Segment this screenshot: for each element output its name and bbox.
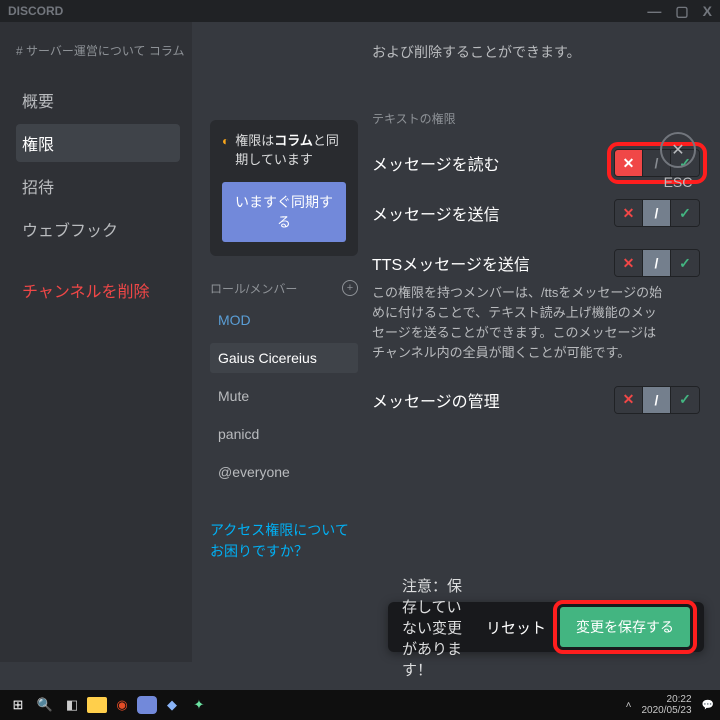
save-changes-button[interactable]: 変更を保存する (560, 607, 690, 647)
perm-pass[interactable]: / (643, 387, 671, 413)
truncated-description: および削除することができます。 (372, 42, 700, 62)
perm-toggle-manage-messages[interactable]: ✕ / ✓ (614, 386, 700, 414)
perm-deny[interactable]: ✕ (615, 150, 643, 176)
taskbar-clock[interactable]: 20:22 2020/05/23 (641, 694, 691, 716)
taskbar-app-icon[interactable]: ✦ (187, 693, 211, 717)
settings-sidebar: # サーバー運営について コラム 概要 権限 招待 ウェブフック チャンネルを削… (0, 22, 192, 662)
perm-toggle-send-messages[interactable]: ✕ / ✓ (614, 199, 700, 227)
taskbar-app-icon[interactable]: ◆ (160, 693, 184, 717)
role-item-gaius[interactable]: Gaius Cicereius (210, 343, 358, 373)
brand-logo: DISCORD (8, 4, 63, 18)
perm-manage-messages: メッセージの管理 ✕ / ✓ (368, 386, 700, 414)
sync-status-text: 権限はコラムと同期しています (235, 132, 346, 170)
close-icon: ✕ (660, 132, 696, 168)
role-item-mod[interactable]: MOD (210, 305, 358, 335)
permission-sync-box: ◐ 権限はコラムと同期しています いますぐ同期する (210, 120, 358, 256)
permissions-help-link[interactable]: アクセス権限についてお困りですか？ (210, 520, 358, 562)
sidebar-item-permissions[interactable]: 権限 (16, 124, 180, 162)
taskbar-taskview-icon[interactable]: ◧ (60, 693, 84, 717)
permissions-column: および削除することができます。 テキストの権限 メッセージを読む ✕ / ✓ (368, 22, 720, 662)
close-settings-button[interactable]: ✕ ESC (660, 132, 696, 190)
perm-deny[interactable]: ✕ (615, 387, 643, 413)
taskbar-chrome-icon[interactable]: ◉ (110, 693, 134, 717)
perm-allow[interactable]: ✓ (671, 200, 699, 226)
perm-label: TTSメッセージを送信 (372, 251, 530, 275)
taskbar-explorer-icon[interactable] (87, 697, 107, 713)
role-item-everyone[interactable]: @everyone (210, 457, 358, 487)
perm-allow[interactable]: ✓ (671, 387, 699, 413)
reset-button[interactable]: リセット (486, 617, 546, 638)
roles-column: ◐ 権限はコラムと同期しています いますぐ同期する ロール/メンバー + MOD… (192, 22, 368, 662)
settings-content: ◐ 権限はコラムと同期しています いますぐ同期する ロール/メンバー + MOD… (192, 22, 720, 662)
perm-deny[interactable]: ✕ (615, 200, 643, 226)
window-maximize[interactable]: ▢ (675, 3, 688, 20)
sidebar-item-overview[interactable]: 概要 (16, 81, 180, 119)
perm-toggle-send-tts[interactable]: ✕ / ✓ (614, 249, 700, 277)
perm-label: メッセージを送信 (372, 201, 500, 225)
perm-read-messages: メッセージを読む ✕ / ✓ (368, 149, 700, 177)
perm-allow[interactable]: ✓ (671, 250, 699, 276)
perm-pass[interactable]: / (643, 250, 671, 276)
esc-label: ESC (664, 174, 693, 190)
role-item-mute[interactable]: Mute (210, 381, 358, 411)
tray-notification-icon[interactable]: 💬 (702, 700, 714, 711)
roles-list-header: ロール/メンバー + (210, 280, 358, 297)
sidebar-item-invites[interactable]: 招待 (16, 167, 180, 205)
sync-now-button[interactable]: いますぐ同期する (222, 182, 346, 242)
taskbar-discord-icon[interactable] (137, 696, 157, 714)
window-minimize[interactable]: — (647, 3, 661, 20)
perm-deny[interactable]: ✕ (615, 250, 643, 276)
perms-section-heading: テキストの権限 (372, 110, 700, 127)
windows-taskbar: ⊞ 🔍 ◧ ◉ ◆ ✦ ˄ 20:22 2020/05/23 💬 (0, 690, 720, 720)
add-role-icon[interactable]: + (342, 280, 358, 296)
sidebar-item-webhooks[interactable]: ウェブフック (16, 210, 180, 248)
sidebar-item-delete-channel[interactable]: チャンネルを削除 (16, 271, 180, 309)
start-button[interactable]: ⊞ (6, 693, 30, 717)
perm-description: この権限を持つメンバーは、/ttsをメッセージの始めに付けることで、テキスト読み… (372, 283, 666, 364)
perm-label: メッセージを読む (372, 151, 500, 175)
perm-send-messages: メッセージを送信 ✕ / ✓ (368, 199, 700, 227)
unsaved-changes-bar: 注意：保存していない変更があります！ リセット 変更を保存する (388, 602, 704, 652)
tray-chevron-icon[interactable]: ˄ (626, 700, 632, 711)
shield-icon: ◐ (222, 134, 229, 148)
channel-heading: # サーバー運営について コラム (16, 42, 180, 59)
taskbar-search-icon[interactable]: 🔍 (33, 693, 57, 717)
window-close[interactable]: X (703, 3, 712, 20)
window-titlebar: DISCORD — ▢ X (0, 0, 720, 22)
role-item-panicd[interactable]: panicd (210, 419, 358, 449)
unsaved-message: 注意：保存していない変更があります！ (402, 575, 472, 680)
perm-label: メッセージの管理 (372, 388, 500, 412)
roles-heading-label: ロール/メンバー (210, 280, 297, 297)
perm-pass[interactable]: / (643, 200, 671, 226)
perm-send-tts: TTSメッセージを送信 ✕ / ✓ この権限を持つメンバーは、/ttsをメッセー… (368, 249, 700, 364)
